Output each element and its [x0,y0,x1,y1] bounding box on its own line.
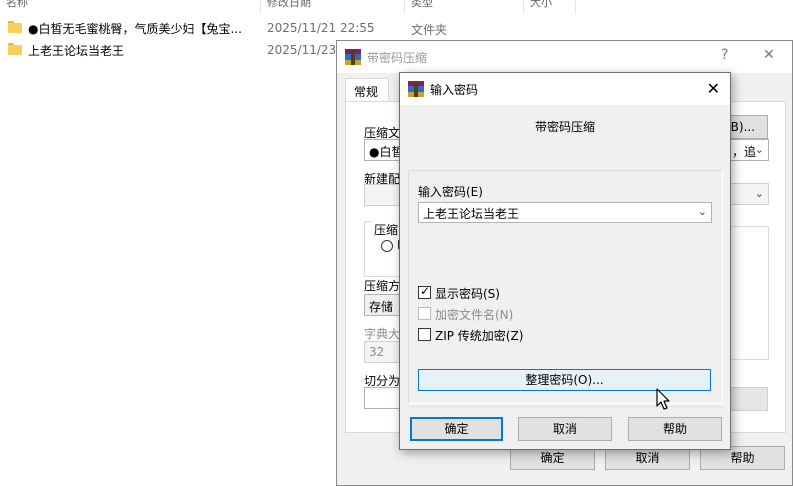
show-password-label: 显示密码(S) [435,287,500,301]
file-date: 2025/11/21 22:55 [267,21,375,35]
dict-select[interactable]: 32 [364,341,404,363]
tab-general[interactable]: 常规 [345,78,389,102]
divider [408,406,723,407]
mouse-cursor-icon [656,388,670,410]
checkmark-icon: ✓ [420,284,431,298]
file-name: ●白皙无毛蜜桃臀，气质美少妇【兔宝... [28,22,242,36]
checkbox-box[interactable]: ✓ [418,284,431,299]
help-icon[interactable]: ? [721,47,728,63]
ok-button[interactable]: 确定 [410,417,503,441]
format-radio[interactable] [381,240,393,252]
method-label: 压缩方 [364,279,401,293]
checkbox-box[interactable] [418,307,431,320]
compress-dialog-titlebar[interactable]: 带密码压缩 ? ✕ [337,41,792,73]
password-label: 输入密码(E) [418,185,483,199]
folder-icon [8,21,22,33]
column-header-type[interactable]: 类型 [411,0,433,9]
compress-dialog-title: 带密码压缩 [367,51,428,65]
close-icon[interactable]: ✕ [763,47,775,63]
update-mode-value: ，追 [732,145,757,159]
file-row[interactable]: ●白皙无毛蜜桃臀，气质美少妇【兔宝... 2025/11/21 22:55 文件… [0,17,580,39]
password-dialog-title: 输入密码 [430,83,479,97]
archive-format-label: 压缩 [372,221,401,238]
password-dialog: 输入密码 ✕ 带密码压缩 输入密码(E) 上老王论坛当老王 ⌄ ✓ 显示密码(S… [399,72,731,450]
chevron-down-icon: ⌄ [754,187,764,200]
file-type: 文件夹 [411,23,448,37]
profile-select[interactable] [364,184,404,206]
cancel-button[interactable]: 取消 [518,417,612,441]
close-icon[interactable]: ✕ [707,79,720,98]
winrar-icon [345,49,361,65]
column-separator[interactable] [575,0,576,14]
dict-label: 字典大 [364,327,401,341]
zip-legacy-label: ZIP 传统加密(Z) [435,329,524,343]
column-separator[interactable] [404,0,405,14]
winrar-icon [408,81,424,97]
chevron-down-icon: ⌄ [754,143,764,156]
column-header-name[interactable]: 名称 [6,0,28,9]
password-dialog-titlebar[interactable]: 输入密码 ✕ [400,73,730,105]
split-select[interactable] [364,387,404,409]
file-date: 2025/11/23 [267,43,337,57]
method-select[interactable]: 存储 [364,294,404,316]
column-separator[interactable] [260,0,261,14]
password-dialog-heading: 带密码压缩 [534,120,595,134]
password-value: 上老王论坛当老王 [423,207,520,221]
folder-icon [8,43,22,55]
column-header-size[interactable]: 大小 [530,0,552,9]
column-separator[interactable] [523,0,524,14]
encrypt-filenames-label: 加密文件名(N) [435,308,514,322]
password-input[interactable]: 上老王论坛当老王 ⌄ [418,202,712,223]
column-header-date[interactable]: 修改日期 [267,0,311,9]
chevron-down-icon[interactable]: ⌄ [698,205,707,218]
checkbox-box[interactable] [418,328,431,341]
file-name: 上老王论坛当老王 [28,44,125,58]
help-button[interactable]: 帮助 [628,417,722,441]
